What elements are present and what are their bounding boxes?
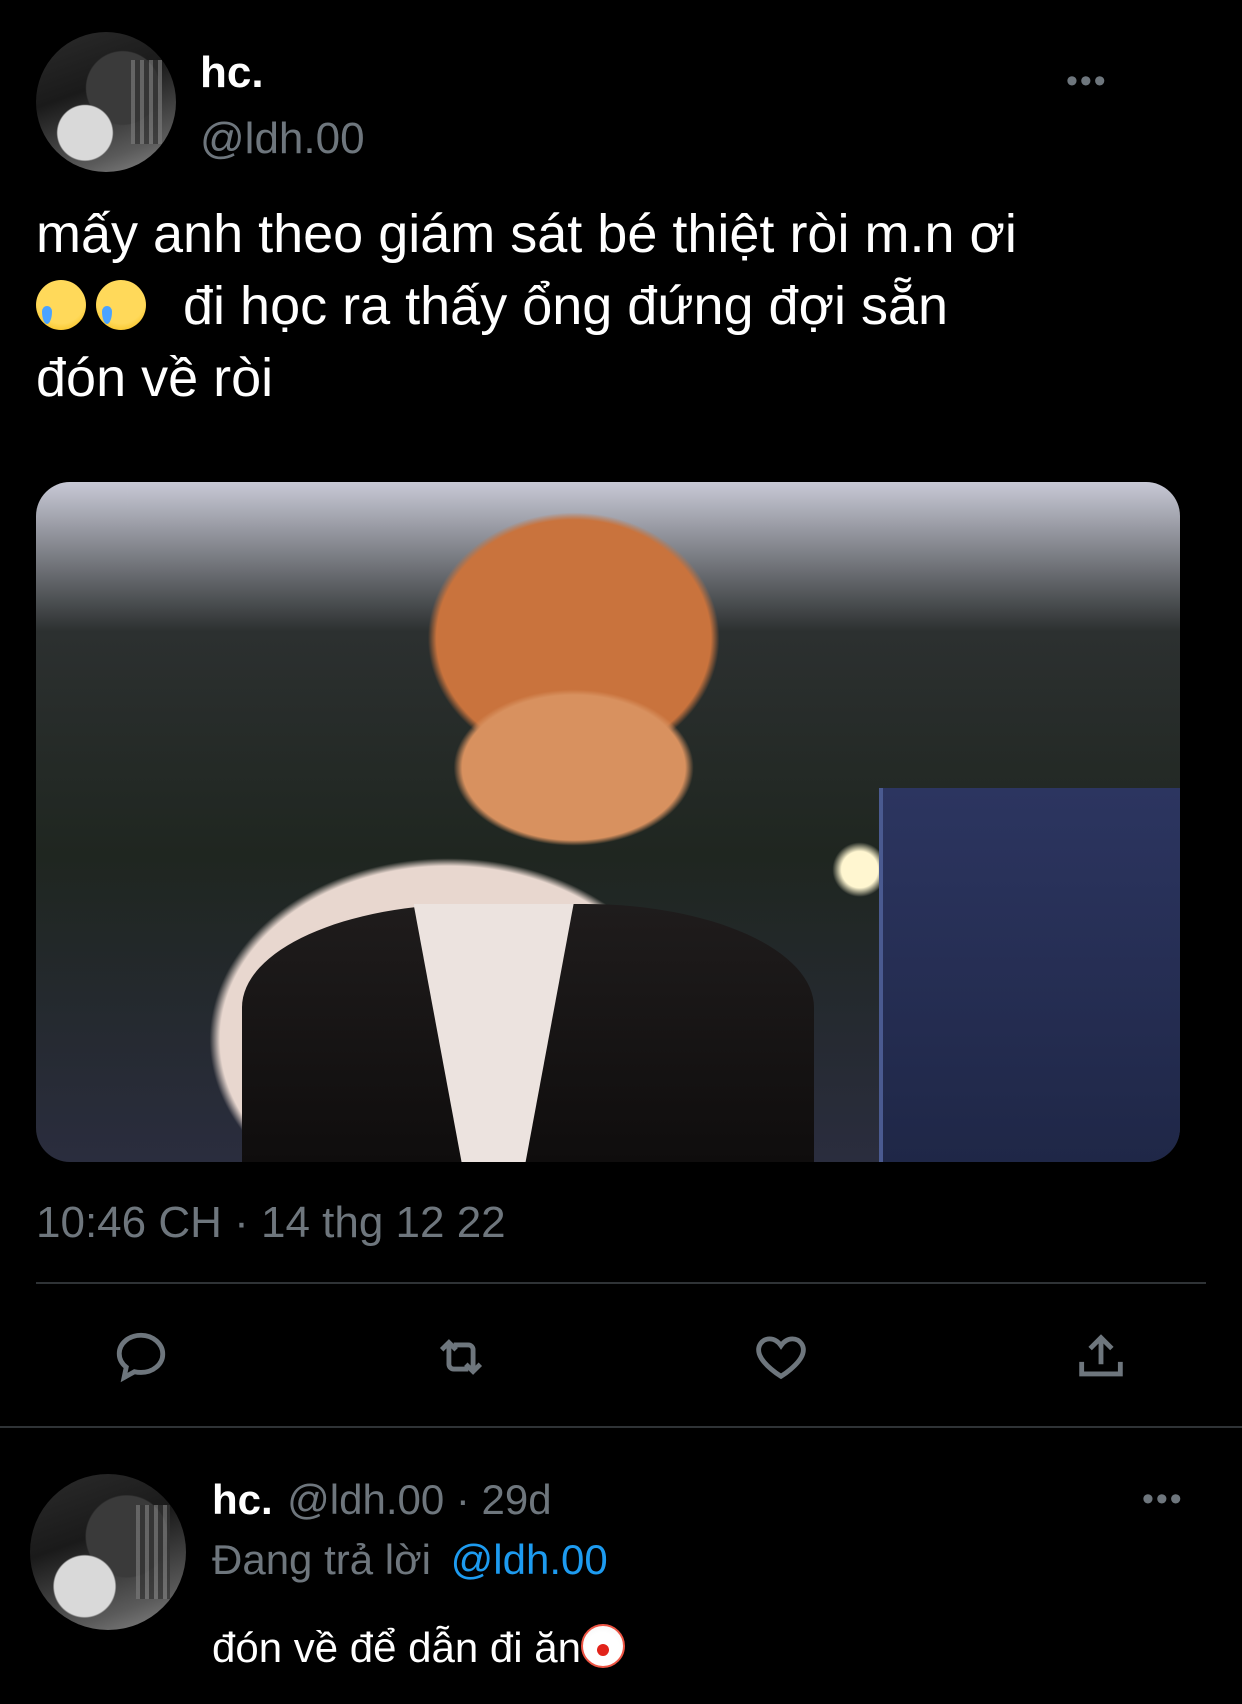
like-icon bbox=[756, 1336, 806, 1380]
tweet-text-line-2-text: đi học ra thấy ổng đứng đợi sẵn bbox=[183, 276, 949, 336]
more-options-icon[interactable]: ••• bbox=[1066, 62, 1108, 101]
tweet-timestamp[interactable]: 10:46 CH · 14 thg 12 22 bbox=[36, 1198, 506, 1248]
photo-car-region bbox=[878, 788, 1180, 1162]
author-name[interactable]: hc. bbox=[200, 48, 264, 98]
clown-face-emoji bbox=[580, 1624, 625, 1668]
reply-author-name[interactable]: hc. bbox=[212, 1476, 273, 1523]
author-avatar[interactable] bbox=[36, 32, 176, 172]
reply-text-body: đón về để dẫn đi ăn bbox=[212, 1624, 581, 1671]
sad-but-relieved-face-emoji bbox=[36, 280, 86, 330]
reply-button[interactable] bbox=[106, 1322, 176, 1392]
reply-author-handle[interactable]: @ldh.00 · 29d bbox=[287, 1476, 551, 1523]
avatar-image bbox=[131, 60, 162, 144]
replying-to-mention[interactable]: @ldh.00 bbox=[451, 1536, 608, 1583]
tweet-photo[interactable] bbox=[36, 482, 1180, 1162]
divider bbox=[36, 1282, 1206, 1284]
tweet-text: mấy anh theo giám sát bé thiệt ròi m.n ơ… bbox=[36, 198, 1216, 414]
share-icon bbox=[1079, 1334, 1123, 1377]
tweet-text-line-2: đi học ra thấy ổng đứng đợi sẵn bbox=[36, 270, 1216, 342]
tweet-text-line-3: đón về ròi bbox=[36, 348, 274, 408]
reply-text: đón về để dẫn đi ăn bbox=[212, 1624, 625, 1672]
photo-person-region bbox=[241, 903, 814, 1162]
reply-author-avatar[interactable] bbox=[30, 1474, 186, 1630]
replying-to-line: Đang trả lời @ldh.00 bbox=[212, 1536, 608, 1584]
divider bbox=[0, 1426, 1242, 1428]
avatar-image bbox=[136, 1505, 171, 1599]
retweet-button[interactable] bbox=[426, 1322, 496, 1392]
reply-icon bbox=[116, 1332, 166, 1383]
share-button[interactable] bbox=[1066, 1322, 1136, 1392]
replying-to-label: Đang trả lời bbox=[212, 1536, 431, 1583]
tweet-text-line-1: mấy anh theo giám sát bé thiệt ròi m.n ơ… bbox=[36, 204, 1017, 264]
like-button[interactable] bbox=[746, 1322, 816, 1392]
sad-but-relieved-face-emoji bbox=[96, 280, 146, 330]
author-handle[interactable]: @ldh.00 bbox=[200, 114, 365, 164]
reply-header: hc. @ldh.00 · 29d bbox=[212, 1476, 552, 1524]
reply-more-options-icon[interactable]: ••• bbox=[1142, 1480, 1184, 1519]
retweet-icon bbox=[439, 1339, 483, 1375]
